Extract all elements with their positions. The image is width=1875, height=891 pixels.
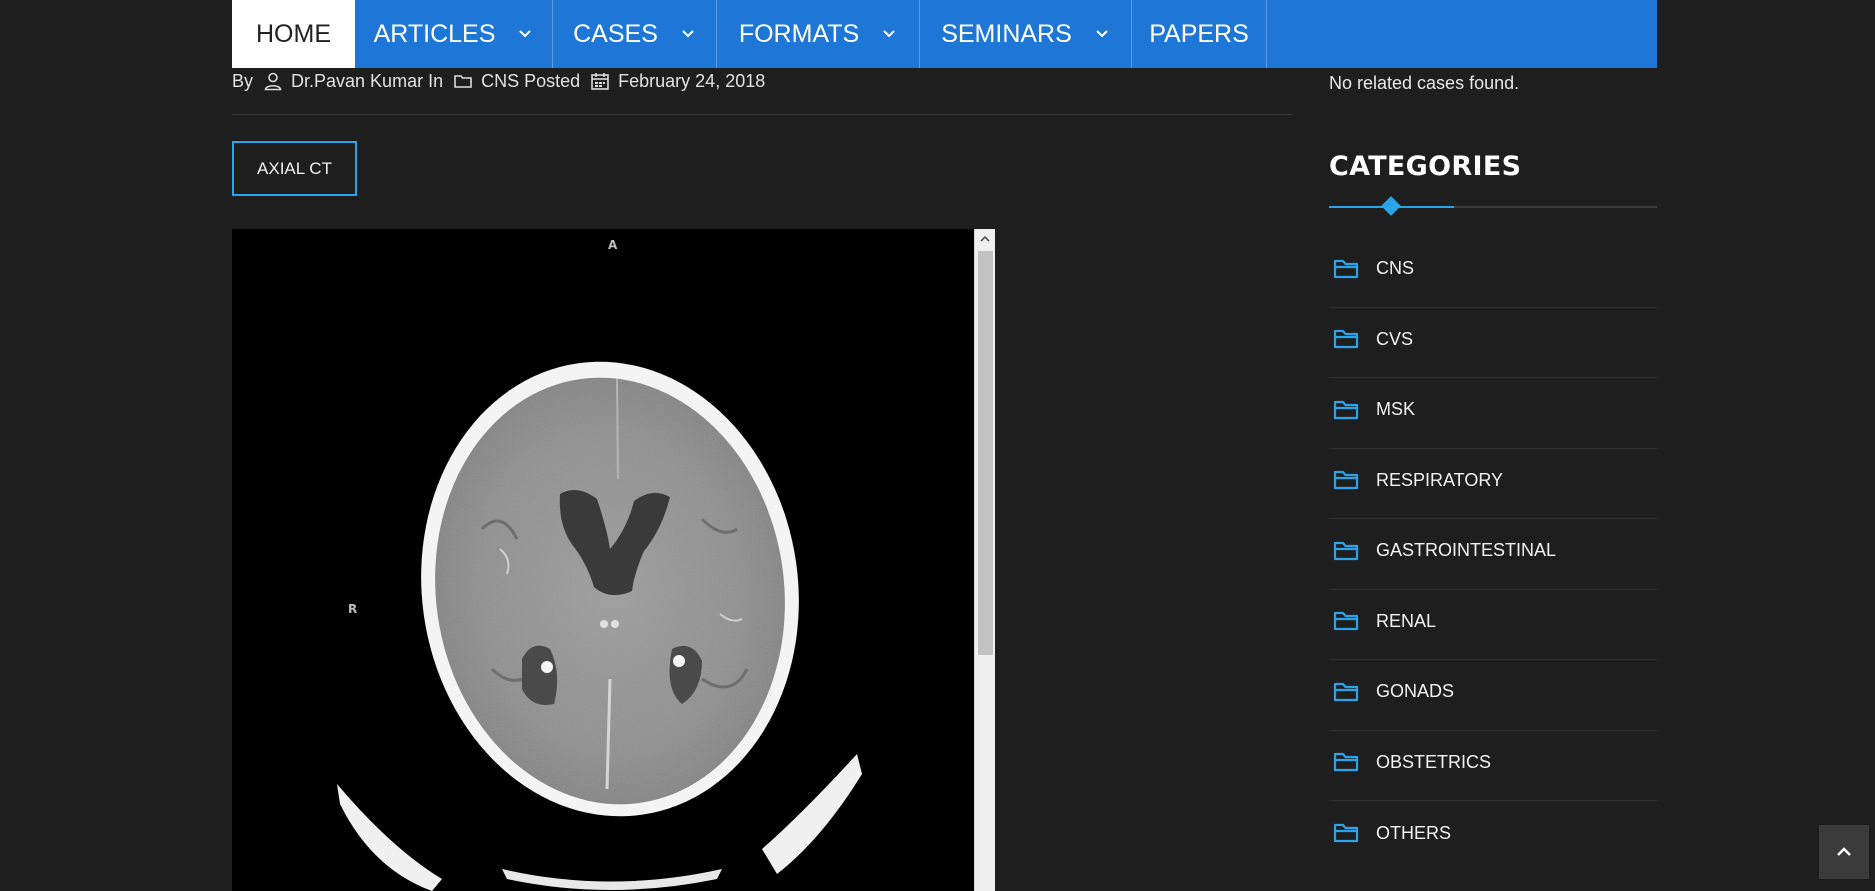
nav-home[interactable]: HOME (232, 0, 355, 68)
folder-icon (1332, 257, 1360, 281)
categories-heading: CATEGORIES (1329, 151, 1522, 182)
category-item-renal[interactable]: RENAL (1329, 590, 1657, 660)
nav-articles-label: ARTICLES (373, 19, 496, 48)
back-to-top-button[interactable] (1819, 825, 1869, 879)
category-item-cns[interactable]: CNS (1329, 237, 1657, 308)
category-item-cvs[interactable]: CVS (1329, 308, 1657, 378)
user-icon (263, 71, 283, 91)
calendar-icon (590, 71, 610, 91)
category-label: GASTROINTESTINAL (1376, 540, 1557, 561)
nav-seminars[interactable]: SEMINARS (920, 0, 1132, 68)
categories-underline (1329, 196, 1657, 216)
nav-formats-label: FORMATS (738, 19, 860, 48)
category-label: GONADS (1376, 681, 1455, 702)
folder-icon (1332, 539, 1360, 563)
folder-icon (1332, 609, 1360, 633)
chevron-down-icon[interactable] (881, 26, 897, 42)
folder-icon (1332, 327, 1360, 351)
category-item-others[interactable]: OTHERS (1329, 801, 1657, 872)
chevron-up-icon (1834, 842, 1854, 862)
category-item-obstetrics[interactable]: OBSTETRICS (1329, 731, 1657, 801)
category-item-respiratory[interactable]: RESPIRATORY (1329, 449, 1657, 519)
nav-home-label: HOME (256, 19, 331, 48)
nav-formats[interactable]: FORMATS (717, 0, 920, 68)
author-link[interactable]: Dr.Pavan Kumar In (291, 71, 443, 92)
diamond-marker (1381, 196, 1401, 216)
viewer-scrollbar[interactable] (974, 229, 995, 891)
folder-icon (453, 71, 473, 91)
category-item-gonads[interactable]: GONADS (1329, 660, 1657, 731)
category-label: RENAL (1376, 610, 1437, 631)
nav-cases[interactable]: CASES (553, 0, 717, 68)
folder-icon (1332, 750, 1360, 774)
chevron-down-icon[interactable] (680, 26, 696, 42)
orientation-anterior-label: A (608, 238, 618, 252)
category-item-msk[interactable]: MSK (1329, 378, 1657, 449)
nav-articles[interactable]: ARTICLES (355, 0, 553, 68)
chevron-down-icon[interactable] (1094, 26, 1110, 42)
folder-icon (1332, 398, 1360, 422)
nav-papers[interactable]: PAPERS (1132, 0, 1267, 68)
folder-icon (1332, 680, 1360, 704)
post-meta: By Dr.Pavan Kumar In CNS Posted February… (232, 68, 765, 94)
orientation-right-label: R (348, 602, 358, 616)
by-label: By (232, 70, 254, 91)
category-label: CNS (1376, 258, 1415, 279)
nav-seminars-label: SEMINARS (941, 19, 1072, 48)
category-label: RESPIRATORY (1376, 469, 1504, 490)
no-related-cases-text: No related cases found. (1329, 73, 1520, 93)
post-date: February 24, 2018 (618, 70, 766, 91)
chevron-down-icon[interactable] (517, 26, 533, 42)
nav-cases-label: CASES (573, 19, 658, 48)
scroll-up-arrow-icon[interactable] (975, 229, 995, 249)
nav-papers-label: PAPERS (1149, 19, 1249, 48)
scroll-thumb[interactable] (978, 251, 993, 655)
divider (232, 114, 1292, 115)
category-posted[interactable]: CNS Posted (481, 71, 580, 92)
axial-ct-tab[interactable]: AXIAL CT (232, 141, 357, 196)
folder-icon (1332, 468, 1360, 492)
axial-ct-brain-image (232, 229, 974, 891)
page: HOME ARTICLES CASES FORMATS SEMINARS PAP… (0, 0, 1875, 891)
ct-image-viewer[interactable]: A R (232, 229, 974, 891)
category-label: OTHERS (1376, 822, 1452, 843)
categories-list: CNS CVS MSK RESPIRATORY GASTROINTESTINAL (1329, 237, 1657, 872)
category-label: CVS (1376, 328, 1414, 349)
category-item-gastrointestinal[interactable]: GASTROINTESTINAL (1329, 519, 1657, 590)
main-nav: HOME ARTICLES CASES FORMATS SEMINARS PAP… (232, 0, 1657, 68)
category-label: OBSTETRICS (1376, 751, 1492, 772)
category-label: MSK (1376, 399, 1416, 420)
folder-icon (1332, 821, 1360, 845)
